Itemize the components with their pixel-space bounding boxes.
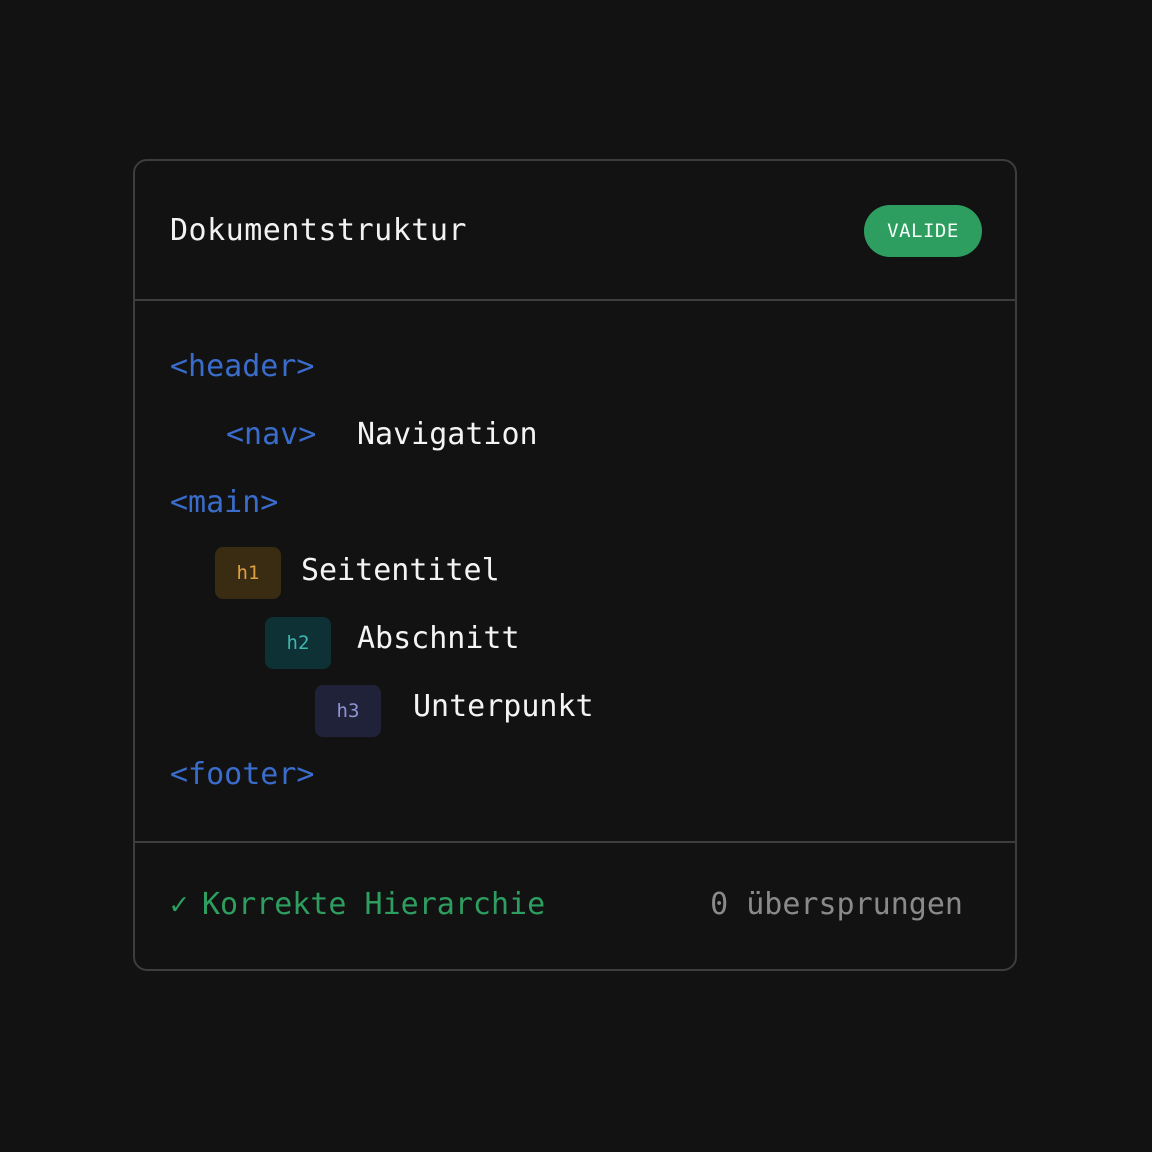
valid-status-badge: VALIDE [864,205,982,257]
card-footer: ✓ Korrekte Hierarchie 0 übersprungen [135,841,1015,969]
h2-chip: h2 [265,617,331,669]
h3-chip: h3 [315,685,381,737]
card-title: Dokumentstruktur [170,213,467,248]
h2-label: Abschnitt [357,621,520,656]
main-tag: <main> [170,485,279,520]
skipped-count: 0 übersprungen [710,887,963,922]
footer-tag: <footer> [170,757,315,792]
h1-label: Seitentitel [301,553,500,588]
h3-label: Unterpunkt [413,689,594,724]
hierarchy-status-text: Korrekte Hierarchie [202,887,546,922]
card-header: Dokumentstruktur VALIDE [135,161,1015,301]
document-structure-card: Dokumentstruktur VALIDE <header> <nav> N… [133,159,1017,971]
check-icon: ✓ [170,887,189,922]
nav-label: Navigation [357,417,538,452]
hierarchy-status: ✓ Korrekte Hierarchie [170,885,545,925]
nav-tag: <nav> [226,417,317,452]
header-tag: <header> [170,349,315,384]
structure-tree: <header> <nav> Navigation <main> h1 Seit… [135,299,1015,847]
h1-chip: h1 [215,547,281,599]
